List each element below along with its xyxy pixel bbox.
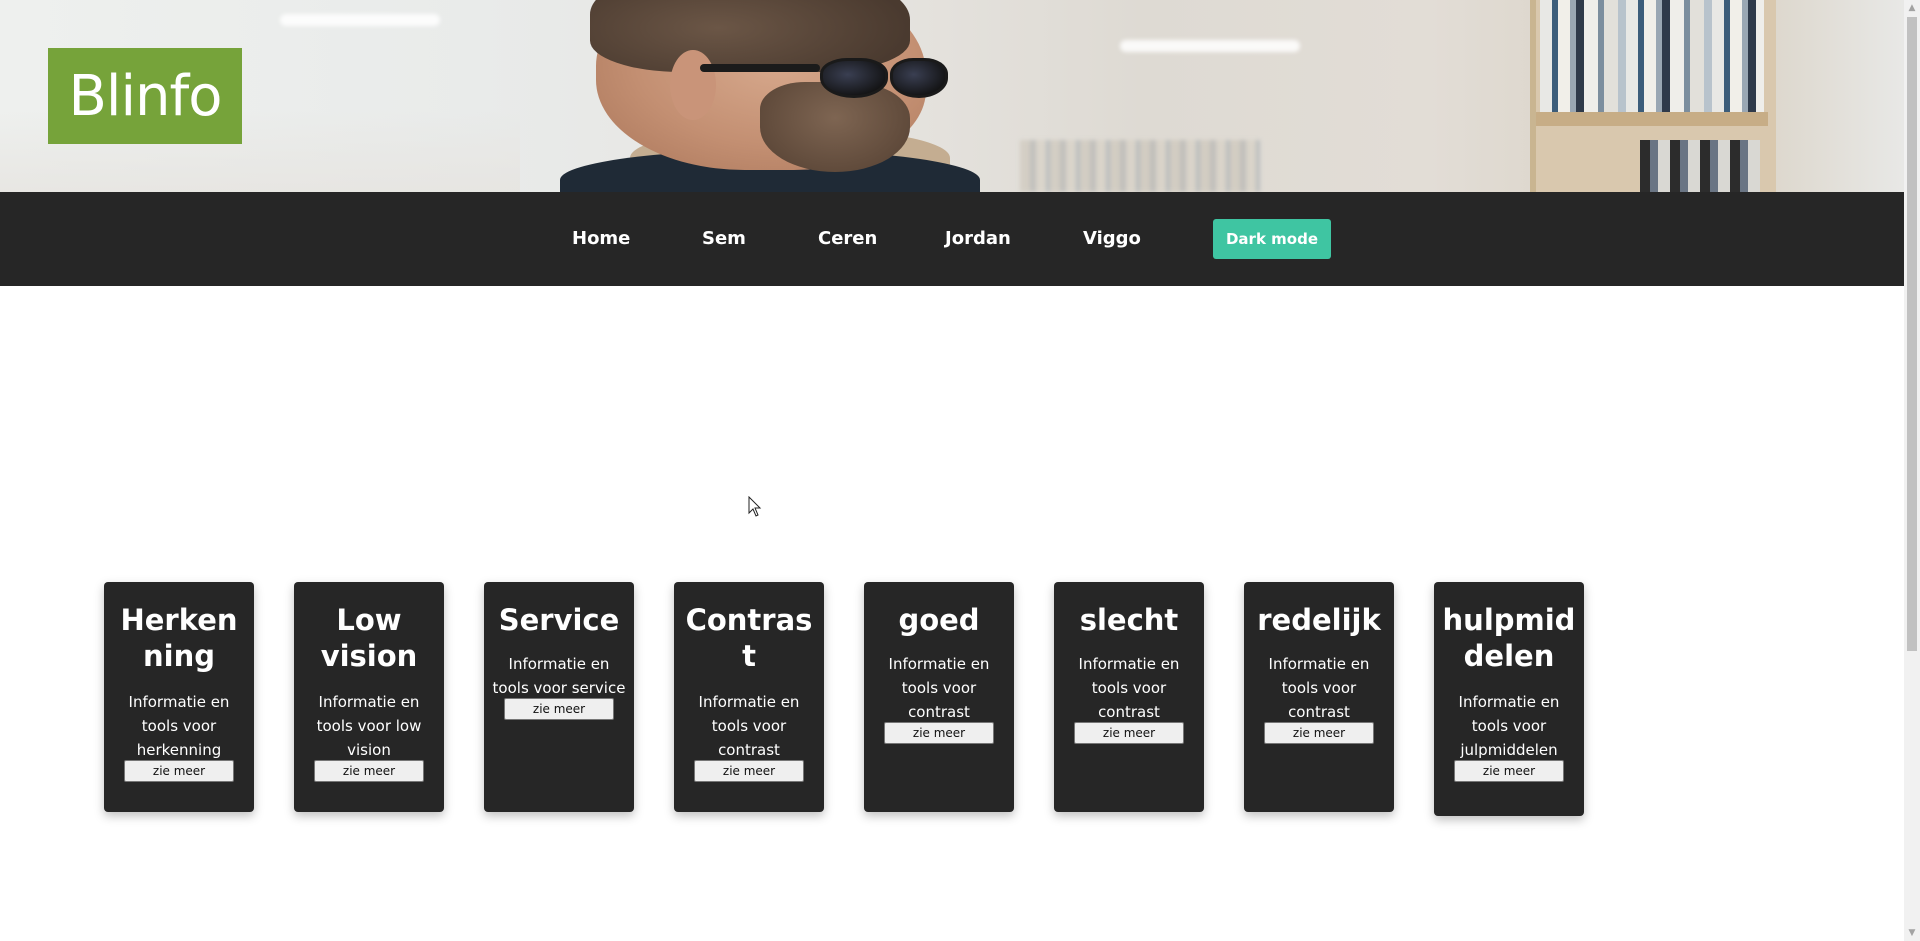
zie-meer-button[interactable]: zie meer bbox=[884, 722, 994, 744]
card-description: Informatie en tools voor contrast bbox=[698, 693, 800, 759]
scroll-up-arrow-icon[interactable]: ▲ bbox=[1904, 0, 1920, 16]
card-description: Informatie en tools voor contrast bbox=[1078, 655, 1180, 721]
card-title: redelijk bbox=[1257, 603, 1381, 637]
card-contrast: Contrast Informatie en tools voor contra… bbox=[674, 582, 824, 812]
nav-link-jordan[interactable]: Jordan bbox=[945, 192, 1011, 286]
zie-meer-button[interactable]: zie meer bbox=[314, 760, 424, 782]
scroll-down-arrow-icon[interactable]: ▼ bbox=[1904, 925, 1920, 941]
ceiling-light bbox=[1120, 40, 1300, 52]
card-title: Service bbox=[498, 603, 620, 637]
hero-banner: Blinfo bbox=[0, 0, 1904, 192]
card-title: goed bbox=[898, 603, 980, 637]
card-description: Informatie en tools voor herkenning bbox=[128, 693, 230, 759]
nav-link-sem[interactable]: Sem bbox=[702, 192, 746, 286]
card-description: Informatie en tools voor contrast bbox=[888, 655, 990, 721]
zie-meer-button[interactable]: zie meer bbox=[1074, 722, 1184, 744]
main-navigation: Home Sem Ceren Jordan Viggo Dark mode bbox=[0, 192, 1904, 286]
card-description: Informatie en tools voor low vision bbox=[316, 693, 422, 759]
card-description: Informatie en tools voor contrast bbox=[1268, 655, 1370, 721]
page: Blinfo Home Sem Ceren Jordan Viggo Dark … bbox=[0, 0, 1904, 941]
card-title: Herkenning bbox=[120, 603, 238, 673]
zie-meer-button[interactable]: zie meer bbox=[504, 698, 614, 720]
card-title: hulpmiddelen bbox=[1442, 603, 1576, 673]
zie-meer-button[interactable]: zie meer bbox=[1454, 760, 1564, 782]
card-goed: goed Informatie en tools voor contrast z… bbox=[864, 582, 1014, 812]
card-description: Informatie en tools voor service bbox=[492, 655, 626, 697]
card-title: Contrast bbox=[685, 603, 813, 673]
card-herkenning: Herkenning Informatie en tools voor herk… bbox=[104, 582, 254, 812]
bookcase-shelf bbox=[1536, 112, 1768, 126]
scrollbar-thumb[interactable] bbox=[1907, 17, 1917, 651]
hero-person-image bbox=[560, 0, 980, 192]
bookcase-books bbox=[1540, 0, 1764, 112]
card-title: Low vision bbox=[320, 603, 418, 673]
sunglasses-lens bbox=[890, 58, 948, 98]
card-slecht: slecht Informatie en tools voor contrast… bbox=[1054, 582, 1204, 812]
person-sunglasses bbox=[700, 58, 960, 98]
card-title: slecht bbox=[1079, 603, 1179, 637]
card-service: Service Informatie en tools voor service… bbox=[484, 582, 634, 812]
person-ear bbox=[670, 50, 716, 120]
card-description: Informatie en tools voor julpmiddelen bbox=[1458, 693, 1560, 759]
bookcase-books-lower bbox=[1640, 140, 1760, 192]
vertical-scrollbar[interactable]: ▲ ▼ bbox=[1904, 0, 1920, 941]
zie-meer-button[interactable]: zie meer bbox=[1264, 722, 1374, 744]
card-redelijk: redelijk Informatie en tools voor contra… bbox=[1244, 582, 1394, 812]
nav-link-viggo[interactable]: Viggo bbox=[1083, 192, 1141, 286]
nav-link-ceren[interactable]: Ceren bbox=[818, 192, 877, 286]
background-bookshelf bbox=[1020, 140, 1260, 192]
nav-link-home[interactable]: Home bbox=[572, 192, 630, 286]
sunglasses-lens bbox=[820, 58, 888, 98]
zie-meer-button[interactable]: zie meer bbox=[124, 760, 234, 782]
ceiling-light bbox=[280, 14, 440, 26]
zie-meer-button[interactable]: zie meer bbox=[694, 760, 804, 782]
card-hulpmiddelen: hulpmiddelen Informatie en tools voor ju… bbox=[1434, 582, 1584, 816]
person-beard bbox=[760, 82, 910, 172]
dark-mode-button[interactable]: Dark mode bbox=[1213, 219, 1331, 259]
card-low-vision: Low vision Informatie en tools voor low … bbox=[294, 582, 444, 812]
mouse-cursor-icon bbox=[748, 496, 762, 517]
site-logo[interactable]: Blinfo bbox=[48, 48, 242, 144]
sunglasses-arm bbox=[700, 64, 820, 72]
